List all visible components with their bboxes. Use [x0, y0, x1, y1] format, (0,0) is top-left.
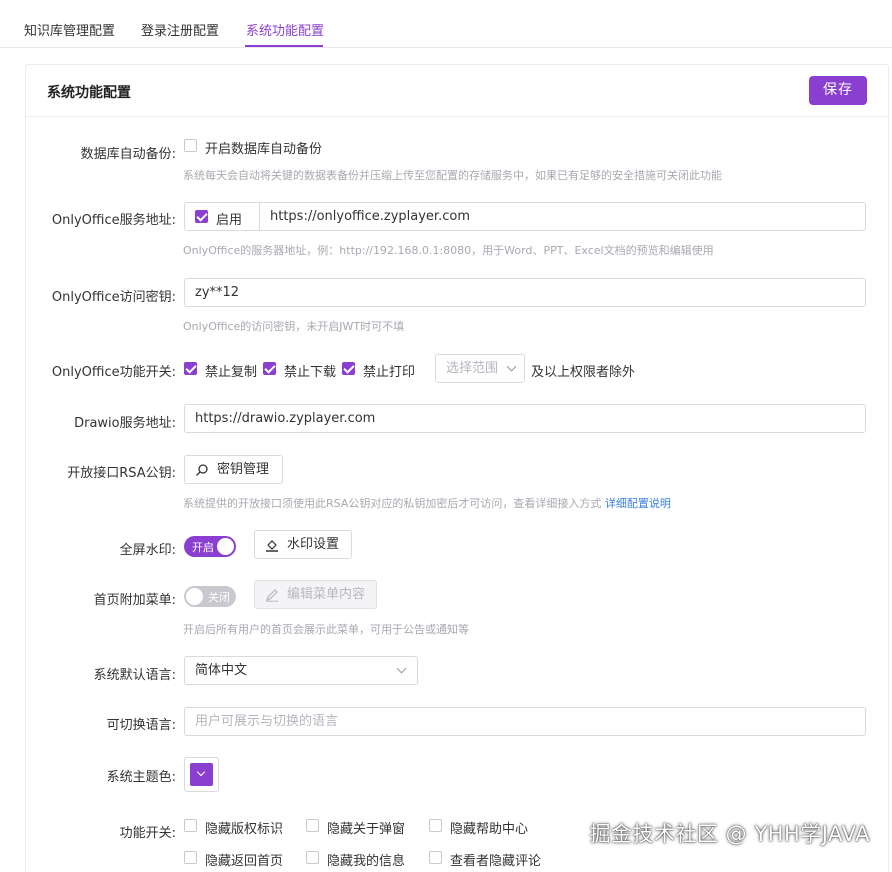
key-management-label: 密钥管理 [217, 462, 270, 477]
disable-copy-checkbox[interactable] [184, 362, 197, 375]
onlyoffice-enable-label[interactable]: 启用 [216, 209, 242, 228]
hide-my-info-checkbox[interactable] [306, 851, 319, 864]
db-backup-label: 数据库自动备份: [80, 147, 176, 162]
hide-home-return-label[interactable]: 隐藏返回首页 [205, 850, 283, 869]
disable-download-checkbox[interactable] [263, 362, 276, 375]
permission-scope-suffix: 及以上权限者除外 [531, 365, 636, 380]
onlyoffice-secret-label: OnlyOffice访问密钥: [51, 290, 176, 305]
db-backup-checkbox-label[interactable]: 开启数据库自动备份 [205, 138, 322, 157]
home-menu-switch[interactable]: 关闭 [184, 586, 236, 607]
viewer-hide-comments-label[interactable]: 查看者隐藏评论 [450, 850, 541, 869]
tab-system-config[interactable]: 系统功能配置 [246, 20, 324, 39]
hide-my-info-label[interactable]: 隐藏我的信息 [327, 850, 405, 869]
switch-knob [217, 538, 234, 555]
db-backup-checkbox[interactable] [184, 139, 197, 152]
tab-login-config[interactable]: 登录注册配置 [141, 20, 219, 39]
rsa-help-text: 系统提供的开放接口须使用此RSA公钥对应的私钥加密后才可访问，查看详细接入方式 [183, 497, 602, 510]
drawio-label: Drawio服务地址: [74, 416, 176, 431]
home-menu-help: 开启后所有用户的首页会展示此菜单，可用于公告或通知等 [183, 623, 469, 636]
config-tabs: 知识库管理配置 登录注册配置 系统功能配置 [0, 0, 892, 48]
onlyoffice-secret-input[interactable]: zy**12 [184, 278, 866, 307]
hide-about-checkbox[interactable] [306, 819, 319, 832]
watermark-settings-label: 水印设置 [287, 537, 340, 552]
search-icon [196, 464, 208, 476]
juejin-watermark: 掘金技术社区 @ YHH学JAVA [589, 822, 870, 846]
hide-help-label[interactable]: 隐藏帮助中心 [450, 818, 528, 837]
db-backup-help: 系统每天会自动将关键的数据表备份并压缩上传至您配置的存储服务中，如果已有足够的安… [183, 169, 722, 182]
switchable-language-label: 可切换语言: [106, 718, 176, 733]
edit-icon [266, 589, 278, 602]
onlyoffice-secret-help: OnlyOffice的访问密钥，未开启JWT时可不填 [183, 320, 405, 333]
onlyoffice-url-help: OnlyOffice的服务器地址，例：http://192.168.0.1:80… [183, 244, 714, 257]
paint-bucket-icon [266, 540, 278, 552]
onlyoffice-enable-addon: 启用 [184, 202, 259, 231]
watermark-settings-button[interactable]: 水印设置 [254, 530, 352, 559]
viewer-hide-comments-checkbox[interactable] [429, 851, 442, 864]
onlyoffice-url-input[interactable]: https://onlyoffice.zyplayer.com [259, 202, 866, 231]
fullscreen-watermark-switch[interactable]: 开启 [184, 536, 236, 557]
default-language-select[interactable]: 简体中文 [184, 656, 418, 685]
switch-off-text: 关闭 [208, 591, 230, 604]
switchable-language-select[interactable]: 用户可展示与切换的语言 [184, 707, 866, 736]
edit-menu-label: 编辑菜单内容 [287, 587, 366, 602]
drawio-url-input[interactable]: https://drawio.zyplayer.com [184, 404, 866, 433]
hide-home-return-checkbox[interactable] [184, 851, 197, 864]
card-header: 系统功能配置 保存 [26, 65, 888, 117]
disable-copy-label[interactable]: 禁止复制 [205, 361, 257, 380]
hide-copyright-checkbox[interactable] [184, 819, 197, 832]
feature-switches-label: 功能开关: [119, 826, 176, 841]
onlyoffice-enable-checkbox[interactable] [195, 210, 208, 223]
fullscreen-watermark-label: 全屏水印: [119, 543, 176, 558]
tab-knowledge-config[interactable]: 知识库管理配置 [24, 20, 115, 39]
key-management-button[interactable]: 密钥管理 [184, 455, 283, 484]
edit-menu-button[interactable]: 编辑菜单内容 [254, 580, 377, 609]
theme-color-picker[interactable] [184, 757, 219, 792]
save-button[interactable]: 保存 [809, 76, 867, 105]
rsa-help: 系统提供的开放接口须使用此RSA公钥对应的私钥加密后才可访问，查看详细接入方式 … [183, 495, 671, 511]
hide-copyright-label[interactable]: 隐藏版权标识 [205, 818, 283, 837]
switch-on-text: 开启 [192, 541, 214, 554]
home-menu-label: 首页附加菜单: [93, 593, 176, 608]
theme-color-label: 系统主题色: [106, 770, 176, 785]
card-title: 系统功能配置 [47, 85, 131, 101]
default-language-label: 系统默认语言: [93, 668, 176, 683]
config-doc-link[interactable]: 详细配置说明 [605, 497, 671, 510]
active-tab-indicator [245, 45, 323, 47]
rsa-label: 开放接口RSA公钥: [67, 466, 176, 481]
switch-knob [186, 588, 203, 605]
disable-download-label[interactable]: 禁止下载 [284, 361, 336, 380]
onlyoffice-url-label: OnlyOffice服务地址: [51, 213, 176, 228]
disable-print-checkbox[interactable] [342, 362, 355, 375]
hide-help-checkbox[interactable] [429, 819, 442, 832]
hide-about-label[interactable]: 隐藏关于弹窗 [327, 818, 405, 837]
onlyoffice-switches-label: OnlyOffice功能开关: [51, 365, 176, 380]
disable-print-label[interactable]: 禁止打印 [363, 361, 415, 380]
